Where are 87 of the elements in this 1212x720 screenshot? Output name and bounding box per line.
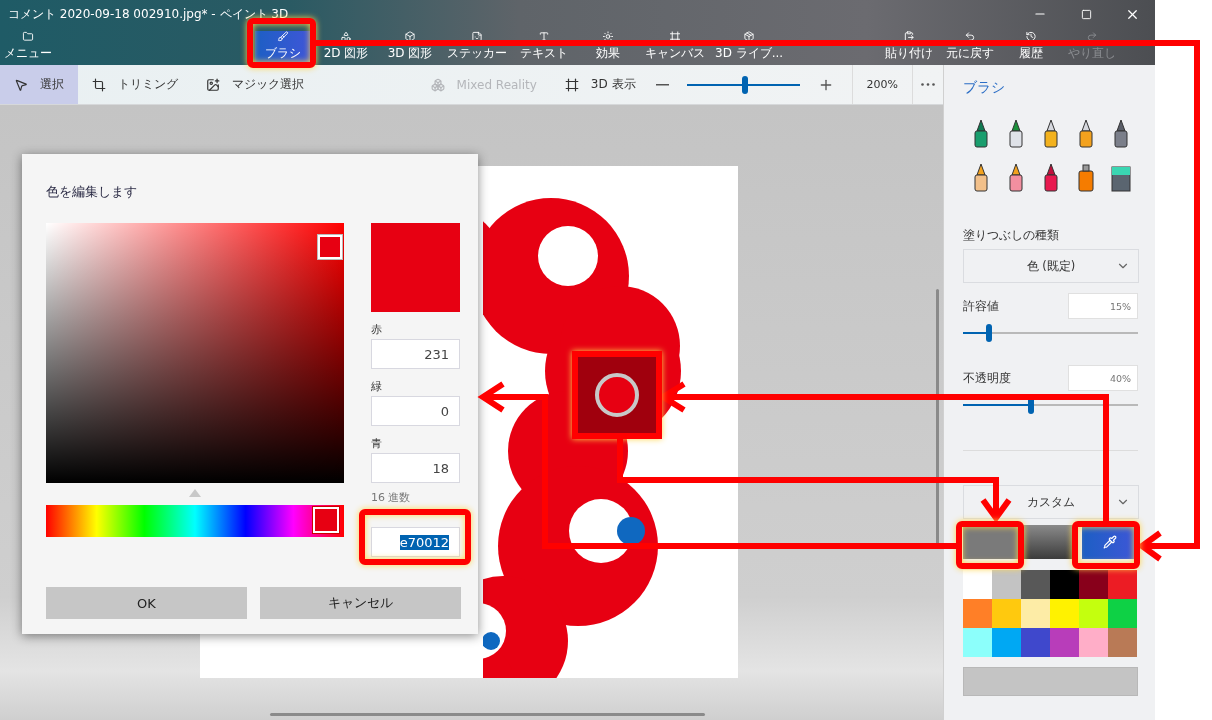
slider-thumb[interactable] xyxy=(742,75,749,94)
brush-icon xyxy=(276,31,290,42)
ribbon-tab[interactable]: ブラシ xyxy=(255,31,311,65)
sticker-icon xyxy=(470,31,484,42)
highlight-frame xyxy=(247,18,316,68)
dialog-title: 色を編集します xyxy=(46,184,138,201)
ribbon-command[interactable]: 履歴 xyxy=(1003,31,1058,65)
field-label: 赤 xyxy=(371,321,383,337)
frame-icon xyxy=(668,31,682,42)
pointer-icon xyxy=(14,77,28,92)
eyedropper-icon xyxy=(1103,535,1118,549)
color-chip[interactable] xyxy=(963,599,992,628)
view-icon xyxy=(564,77,579,92)
highlight-frame xyxy=(1072,521,1140,569)
color-swatch[interactable] xyxy=(963,525,1019,559)
color-chip[interactable] xyxy=(963,570,992,599)
field-label: 不透明度 xyxy=(963,369,1011,387)
color-chip[interactable] xyxy=(1079,570,1108,599)
view-button[interactable]: 3D 表示 xyxy=(550,65,650,104)
dialog-button[interactable]: キャンセル xyxy=(260,587,461,619)
panel-title: ブラシ xyxy=(963,79,1006,97)
history-icon xyxy=(1023,31,1038,42)
field-label: 許容値 xyxy=(963,297,999,315)
paint-bucket-icon[interactable] xyxy=(1109,163,1132,193)
minus-icon xyxy=(655,83,669,86)
input-field[interactable]: 231 xyxy=(371,339,460,369)
ribbon-tab[interactable]: 3D 図形 xyxy=(381,31,439,65)
scrollbar[interactable] xyxy=(270,713,705,716)
ribbon-tab[interactable]: 3D ライブ... xyxy=(713,31,786,65)
input-field[interactable]: 0 xyxy=(371,396,460,426)
color-chip[interactable] xyxy=(1108,599,1137,628)
input-field[interactable]: 18 xyxy=(371,453,460,483)
picker-marker[interactable] xyxy=(318,235,342,259)
tool-button[interactable]: マジック選択 xyxy=(192,65,318,104)
triangle-icon xyxy=(189,489,201,497)
ribbon-tab[interactable]: 効果 xyxy=(579,31,637,65)
sun-icon xyxy=(601,31,615,42)
boxes-icon xyxy=(430,77,445,92)
slider-thumb[interactable] xyxy=(986,324,993,342)
color-chip[interactable] xyxy=(1021,570,1050,599)
color-picker-area[interactable] xyxy=(46,223,344,483)
ribbon-tab[interactable]: 2D 図形 xyxy=(317,31,375,65)
ribbon-command[interactable]: 元に戻す xyxy=(942,31,997,65)
color-chip[interactable] xyxy=(1079,628,1108,657)
shapes-icon xyxy=(339,31,353,42)
text-icon xyxy=(537,31,551,42)
maximize-icon xyxy=(1080,8,1092,20)
dropdown[interactable]: 色 (既定) xyxy=(963,249,1139,283)
highlight-frame xyxy=(956,521,1024,569)
dropdown[interactable]: カスタム xyxy=(963,485,1139,519)
folder-icon xyxy=(21,31,35,42)
color-chip[interactable] xyxy=(992,628,1021,657)
color-chip[interactable] xyxy=(992,570,1021,599)
ribbon-tab[interactable]: テキスト xyxy=(515,31,573,65)
slider-thumb[interactable] xyxy=(313,507,340,533)
dialog-button[interactable]: OK xyxy=(46,587,247,619)
color-chip[interactable] xyxy=(1050,599,1079,628)
zoom-level: 200% xyxy=(851,65,913,104)
tool-button[interactable]: トリミング xyxy=(78,65,192,104)
color-chip[interactable] xyxy=(1021,628,1050,657)
menu-button[interactable]: メニュー xyxy=(2,31,54,65)
crop-icon xyxy=(92,77,106,92)
color-chip[interactable] xyxy=(1108,570,1137,599)
color-chip[interactable] xyxy=(992,599,1021,628)
image-icon xyxy=(206,77,220,92)
cube-icon xyxy=(403,31,417,42)
color-chip[interactable] xyxy=(1050,628,1079,657)
package-icon xyxy=(742,31,757,42)
ribbon-tab[interactable]: キャンバス xyxy=(643,31,707,65)
input-field[interactable]: e70012 xyxy=(371,527,460,557)
ribbon-tab[interactable]: ステッカー xyxy=(445,31,509,65)
input-field[interactable]: 15% xyxy=(1068,293,1138,319)
field-label: 青 xyxy=(371,435,383,451)
color-chip[interactable] xyxy=(1050,570,1079,599)
field-label: 16 進数 xyxy=(371,491,412,505)
field-label: 緑 xyxy=(371,378,383,394)
add-color-button[interactable] xyxy=(963,667,1138,696)
color-chip[interactable] xyxy=(1079,599,1108,628)
input-field[interactable]: 40% xyxy=(1068,365,1138,391)
hue-slider[interactable] xyxy=(46,505,344,537)
field-label: 塗りつぶしの種類 xyxy=(963,227,1060,244)
more-icon xyxy=(921,83,935,86)
ribbon-command[interactable]: 貼り付け xyxy=(881,31,936,65)
color-chip[interactable] xyxy=(1108,628,1137,657)
color-chip[interactable] xyxy=(963,628,992,657)
color-chip[interactable] xyxy=(1021,599,1050,628)
tool-button[interactable]: 選択 xyxy=(0,65,78,104)
